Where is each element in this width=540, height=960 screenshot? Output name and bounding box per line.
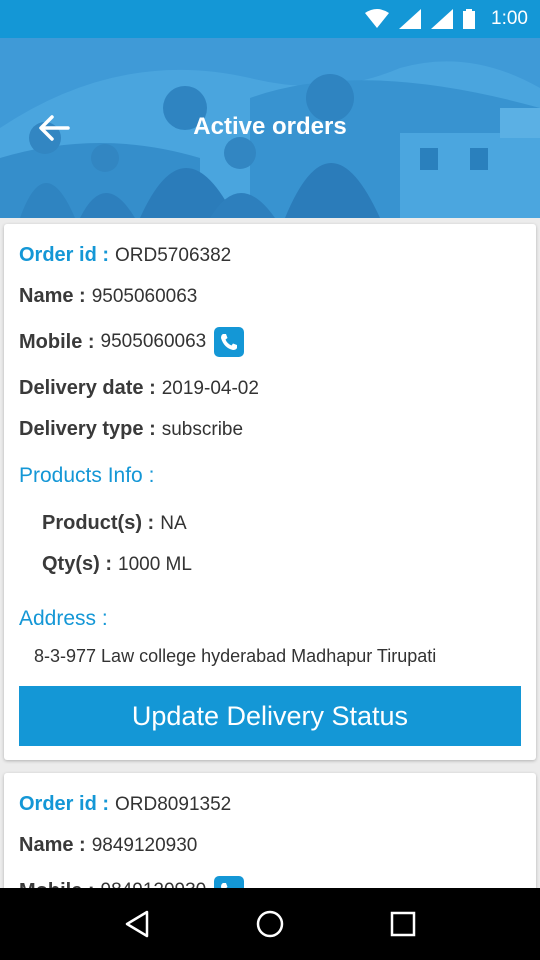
delivery-date-label: Delivery date : <box>19 377 156 399</box>
recents-square-icon <box>391 911 416 937</box>
order-id-label: Order id : <box>19 244 110 266</box>
products-value: NA <box>160 512 187 534</box>
orders-list[interactable]: Order id : ORD5706382 Name : 9505060063 … <box>0 218 540 888</box>
qtys-label: Qty(s) : <box>42 553 112 575</box>
delivery-type-row: Delivery type : subscribe <box>19 418 243 441</box>
products-row: Product(s) : NA <box>42 512 187 535</box>
mobile-row: Mobile : 9505060063 <box>19 327 245 357</box>
battery-icon <box>463 9 476 29</box>
wifi-icon <box>365 9 390 28</box>
order-id-value: ORD5706382 <box>115 244 232 266</box>
mobile-label: Mobile : <box>19 330 95 353</box>
address-heading: Address : <box>19 607 108 630</box>
mobile-row: Mobile : 9849120930 <box>19 876 245 889</box>
qtys-row: Qty(s) : 1000 ML <box>42 553 192 576</box>
mobile-value: 9849120930 <box>101 880 207 888</box>
status-bar: 1:00 <box>0 0 540 38</box>
name-label: Name : <box>19 285 86 307</box>
delivery-date-value: 2019-04-02 <box>161 377 259 399</box>
page-title: Active orders <box>193 113 347 140</box>
order-id-value: ORD8091352 <box>115 793 232 815</box>
name-value: 9505060063 <box>91 285 198 307</box>
mobile-label: Mobile : <box>19 880 95 889</box>
header-banner: Active orders <box>0 38 540 218</box>
delivery-type-label: Delivery type : <box>19 418 156 440</box>
delivery-type-value: subscribe <box>161 418 244 440</box>
order-card: Order id : ORD8091352 Name : 9849120930 … <box>4 773 536 888</box>
signal-icon <box>399 9 422 29</box>
order-card: Order id : ORD5706382 Name : 9505060063 … <box>4 224 536 760</box>
name-label: Name : <box>19 834 86 856</box>
phone-icon[interactable] <box>214 327 245 357</box>
mobile-value: 9505060063 <box>100 331 207 352</box>
name-row: Name : 9849120930 <box>19 834 197 857</box>
nav-recents-button[interactable] <box>383 904 423 944</box>
products-label: Product(s) : <box>42 512 155 534</box>
back-triangle-icon <box>125 910 148 938</box>
order-id-row: Order id : ORD8091352 <box>19 793 231 816</box>
status-time: 1:00 <box>491 8 528 29</box>
products-info-heading: Products Info : <box>19 464 155 487</box>
home-circle-icon <box>256 910 284 938</box>
order-id-row: Order id : ORD5706382 <box>19 244 231 267</box>
phone-icon[interactable] <box>214 876 245 888</box>
nav-home-button[interactable] <box>250 904 290 944</box>
address-value: 8-3-977 Law college hyderabad Madhapur T… <box>34 646 437 666</box>
nav-back-button[interactable] <box>117 904 157 944</box>
name-row: Name : 9505060063 <box>19 285 197 308</box>
status-icons: 1:00 <box>365 0 528 38</box>
delivery-date-row: Delivery date : 2019-04-02 <box>19 377 259 400</box>
signal-icon <box>431 9 454 29</box>
order-id-label: Order id : <box>19 793 110 815</box>
name-value: 9849120930 <box>91 834 198 856</box>
qtys-value: 1000 ML <box>118 553 192 575</box>
update-delivery-status-button[interactable]: Update Delivery Status <box>19 686 521 746</box>
system-nav-bar <box>0 888 540 960</box>
